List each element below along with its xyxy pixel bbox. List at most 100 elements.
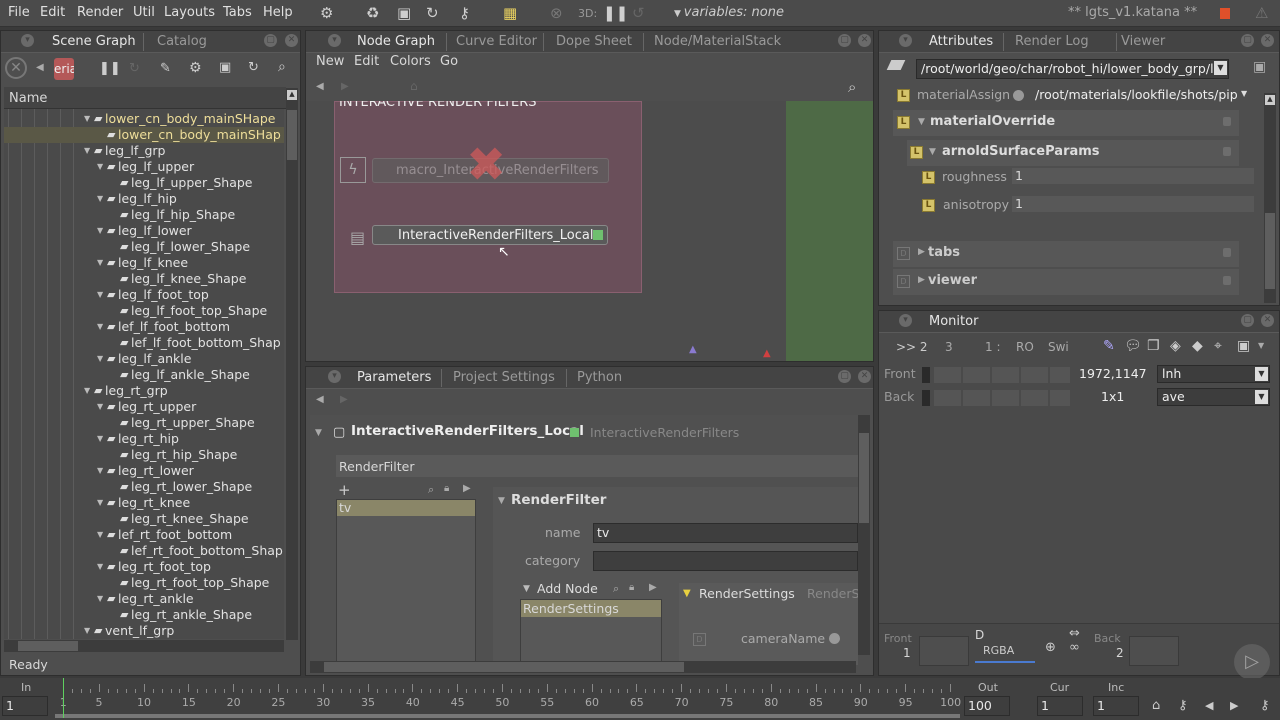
pause-icon[interactable]: ❚❚ <box>99 61 121 76</box>
tree-item[interactable]: ▰ leg_rt_hip_Shape <box>4 447 284 463</box>
step-forward-icon[interactable]: ▶ <box>1230 699 1238 712</box>
tree-horizontal-scrollbar[interactable] <box>4 640 284 652</box>
refresh-icon[interactable]: ↻ <box>129 61 140 76</box>
clapper-icon[interactable]: ▣ <box>1253 59 1266 75</box>
lock-icon[interactable]: 🔒︎ <box>629 582 634 593</box>
tab-project-settings[interactable]: Project Settings <box>453 370 555 385</box>
tree-item[interactable]: ▼ ▰ leg_rt_foot_top <box>4 559 284 575</box>
menu-edit[interactable]: Edit <box>40 5 65 20</box>
expand-arrow-icon[interactable]: ▼ <box>97 594 103 603</box>
roi-button[interactable]: RO <box>1016 340 1034 354</box>
tree-item[interactable]: ▰ lower_cn_body_mainSHap <box>4 127 284 143</box>
expand-arrow-icon[interactable]: ▼ <box>97 258 103 267</box>
zoom-dropdown[interactable]: 1 : <box>985 340 1001 354</box>
clapper-icon[interactable]: ▣ <box>397 4 411 22</box>
expand-arrow-icon[interactable]: ▼ <box>97 402 103 411</box>
menu-render[interactable]: Render <box>77 5 123 20</box>
back-arrow-icon[interactable]: ◀ <box>316 394 324 405</box>
expand-arrow-icon[interactable]: ▼ <box>97 530 103 539</box>
chevron-down-icon[interactable]: ▼ <box>1258 341 1264 350</box>
panel-menu-icon[interactable]: ▾ <box>328 34 341 47</box>
tab-viewer[interactable]: Viewer <box>1121 34 1165 49</box>
expand-arrow-icon[interactable]: ▼ <box>97 354 103 363</box>
search-icon[interactable]: ⌕ <box>428 483 434 497</box>
tab-catalog[interactable]: Catalog <box>157 34 207 49</box>
edit-flag-icon[interactable] <box>593 230 603 240</box>
play-icon[interactable]: ▷ <box>1234 644 1270 680</box>
tab-scene-graph[interactable]: Scene Graph <box>52 34 136 49</box>
close-icon[interactable]: ✕ <box>1261 34 1274 47</box>
lock-icon[interactable] <box>1223 147 1231 156</box>
cancel-icon[interactable]: ⊗ <box>550 4 563 22</box>
add-node-list[interactable]: RenderSettings <box>520 599 662 665</box>
tab-node-graph[interactable]: Node Graph <box>357 34 435 49</box>
search-icon[interactable]: ⌕ <box>848 78 856 96</box>
roughness-value-field[interactable]: 1 <box>1012 168 1254 184</box>
chevron-down-icon[interactable]: ▼ <box>1214 61 1227 75</box>
collapse-icon[interactable]: ▼ <box>918 117 925 127</box>
menu-file[interactable]: File <box>8 5 30 20</box>
expand-arrow-icon[interactable]: ▼ <box>84 146 90 155</box>
refresh-icon[interactable]: ↺ <box>632 4 645 22</box>
gear-icon[interactable]: ⚙ <box>189 60 202 76</box>
tab-render-log[interactable]: Render Log <box>1015 34 1089 49</box>
tree-item[interactable]: ▰ lef_lf_foot_bottom_Shap <box>4 335 284 351</box>
step-back-icon[interactable]: ◀ <box>1205 699 1213 712</box>
expand-arrow-icon[interactable]: ▼ <box>97 162 103 171</box>
maximize-icon[interactable]: ▢ <box>838 370 851 383</box>
tree-item[interactable]: ▼ ▰ leg_rt_knee <box>4 495 284 511</box>
expand-arrow-icon[interactable]: ▼ <box>84 386 90 395</box>
variables-dropdown[interactable]: ▼ variables: none <box>674 5 784 20</box>
expand-arrow-icon[interactable]: ▼ <box>97 498 103 507</box>
forward-arrow-icon[interactable]: ▶ <box>340 394 348 405</box>
search-icon[interactable]: ⌕ <box>613 582 619 596</box>
channel-label[interactable]: RGBA <box>983 644 1014 657</box>
expand-icon[interactable]: ▶ <box>918 247 925 257</box>
menu-go[interactable]: Go <box>440 54 458 69</box>
tree-item[interactable]: ▼ ▰ leg_rt_lower <box>4 463 284 479</box>
close-icon[interactable]: ✕ <box>1261 314 1274 327</box>
lock-icon[interactable]: 🔒︎ <box>444 483 449 494</box>
lock-icon[interactable] <box>1223 117 1231 126</box>
clapper-icon[interactable]: ▣ <box>219 60 231 75</box>
collapse-icon[interactable]: ▼ <box>523 584 530 594</box>
panel-menu-icon[interactable]: ▾ <box>328 370 341 383</box>
frame-icon[interactable]: ◈ <box>1170 338 1181 354</box>
expand-icon[interactable]: ▶ <box>918 275 925 285</box>
out-frame-field[interactable]: 100 <box>964 696 1010 716</box>
collapse-icon[interactable]: ▼ <box>683 588 691 599</box>
tree-item[interactable]: ▼ ▰ leg_lf_grp <box>4 143 284 159</box>
attributes-scrollbar[interactable]: ▲ <box>1264 93 1276 303</box>
crosshair-icon[interactable]: ⌖ <box>1214 338 1222 354</box>
compare-mode-3-button[interactable]: 3 <box>945 340 953 354</box>
tree-item[interactable]: ▰ leg_rt_lower_Shape <box>4 479 284 495</box>
add-icon[interactable]: + <box>338 481 351 499</box>
panel-menu-icon[interactable]: ▾ <box>21 34 34 47</box>
expand-arrow-icon[interactable]: ▼ <box>97 434 103 443</box>
tree-item[interactable]: ▰ leg_rt_upper_Shape <box>4 415 284 431</box>
tree-item[interactable]: ▼ ▰ leg_rt_upper <box>4 399 284 415</box>
tree-item[interactable]: ▰ lef_rt_foot_bottom_Shap <box>4 543 284 559</box>
add-circle-icon[interactable]: ⊕ <box>1045 640 1056 655</box>
tree-item[interactable]: ▰ leg_rt_ankle_Shape <box>4 607 284 623</box>
reset-icon[interactable] <box>829 633 840 644</box>
speech-bubble-icon[interactable]: 💬︎ <box>1124 338 1142 354</box>
params-horizontal-scrollbar[interactable] <box>310 661 856 673</box>
reset-icon[interactable] <box>1013 90 1024 101</box>
expand-arrow-icon[interactable]: ▼ <box>97 322 103 331</box>
tree-item[interactable]: ▼ ▰ leg_lf_ankle <box>4 351 284 367</box>
tree-item[interactable]: ▼ ▰ leg_lf_hip <box>4 191 284 207</box>
tree-item[interactable]: ▰ leg_lf_lower_Shape <box>4 239 284 255</box>
front-thumbnail[interactable] <box>919 636 969 666</box>
viewer-location-field[interactable]: erialE <box>54 58 74 80</box>
timeline-range-bar[interactable] <box>55 714 960 718</box>
chevron-down-icon[interactable]: ▼ <box>1241 89 1247 98</box>
compare-mode-2-button[interactable]: >> 2 <box>896 340 928 354</box>
expand-arrow-icon[interactable]: ▼ <box>97 226 103 235</box>
tree-item[interactable]: ▼ ▰ leg_lf_upper <box>4 159 284 175</box>
key-icon[interactable]: ⚷ <box>459 4 470 22</box>
swap-icon[interactable]: ⇔ <box>1069 626 1080 641</box>
back-arrow-icon[interactable]: ◀ <box>316 81 324 92</box>
current-frame-indicator[interactable] <box>63 678 64 718</box>
clapper-icon[interactable]: ▣ <box>1237 338 1250 354</box>
